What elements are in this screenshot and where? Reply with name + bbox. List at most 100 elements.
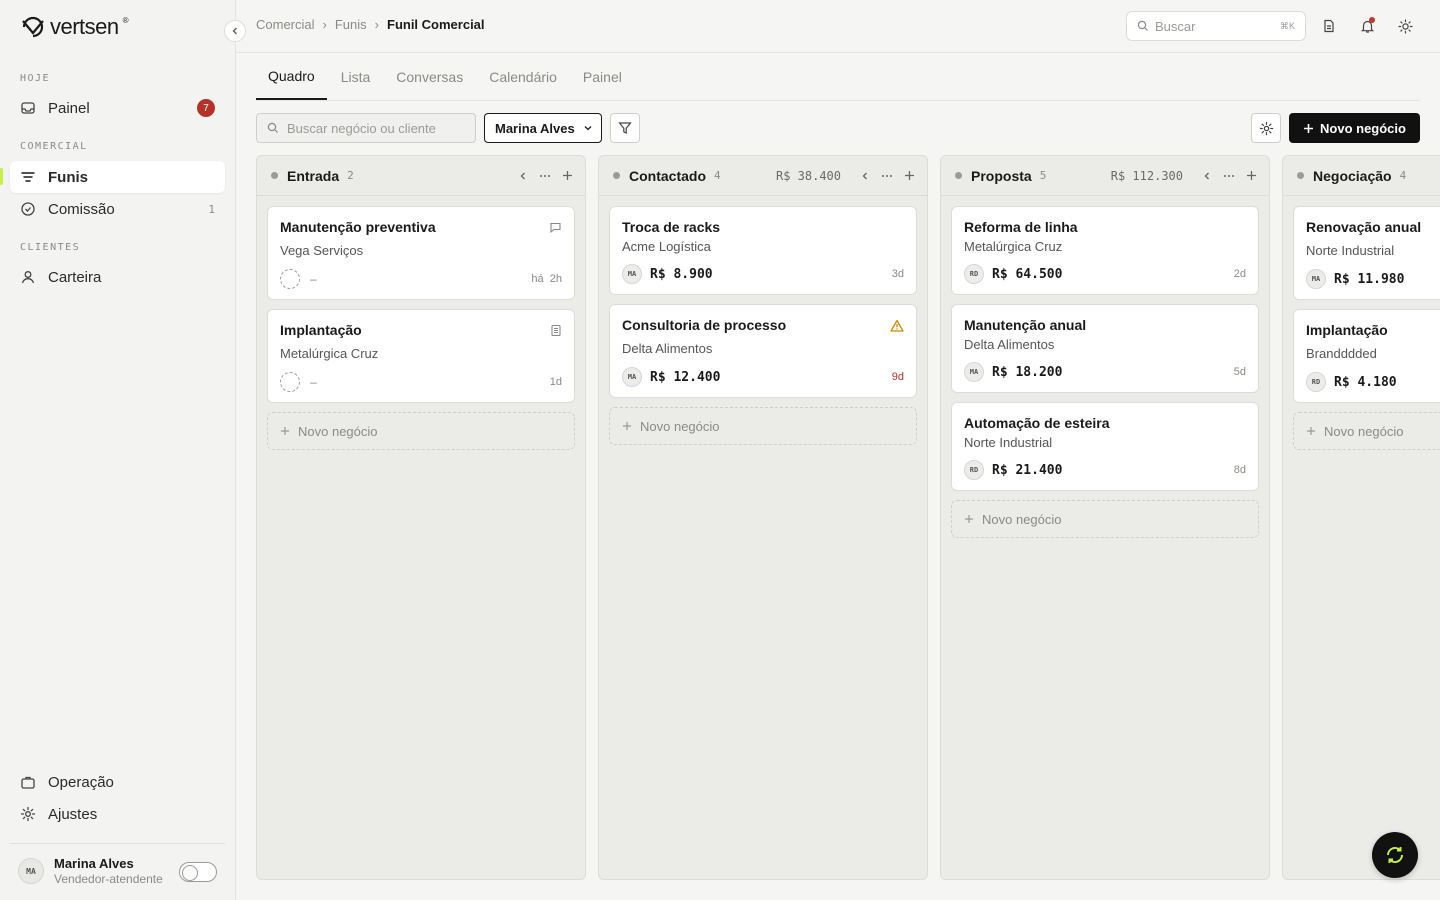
collapse-column-button[interactable]	[857, 168, 873, 184]
owner-filter-value: Marina Alves	[495, 120, 575, 136]
deal-search[interactable]	[256, 113, 476, 143]
inbox-icon	[21, 102, 35, 114]
search-icon	[1137, 20, 1148, 31]
stage-dot	[613, 172, 620, 179]
deal-title: Automação de esteira	[964, 415, 1110, 431]
deal-company: Acme Logística	[622, 239, 711, 254]
sidebar-item-carteira[interactable]: Carteira	[10, 261, 225, 293]
notifications-button[interactable]	[1357, 16, 1377, 36]
deal-meta: – há 2h	[280, 269, 562, 289]
refresh-icon	[1386, 847, 1404, 863]
owner-avatar: MA	[964, 362, 984, 382]
item-count: 1	[208, 202, 215, 216]
deal-card[interactable]: Renovação anual Norte Industrial MA R$ 1…	[1293, 206, 1440, 300]
add-deal-button[interactable]: Novo negócio	[1293, 412, 1440, 450]
theme-toggle-button[interactable]	[1395, 16, 1415, 36]
global-search[interactable]: ⌘K	[1126, 11, 1306, 41]
collapse-column-button[interactable]	[515, 168, 531, 184]
add-to-column-button[interactable]	[1243, 168, 1259, 184]
column-menu-button[interactable]	[1221, 168, 1237, 184]
deal-card[interactable]: Consultoria de processo Delta Alimentos …	[609, 304, 917, 398]
stage-dot	[271, 172, 278, 179]
plus-icon	[562, 171, 572, 180]
deal-age: 8d	[1233, 464, 1246, 476]
deal-company: Delta Alimentos	[622, 341, 713, 356]
chevron-left-icon	[862, 172, 867, 179]
deal-company: Metalúrgica Cruz	[280, 346, 379, 361]
add-deal-label: Novo negócio	[982, 511, 1062, 527]
sidebar-item-funis[interactable]: Funis	[10, 161, 225, 193]
owner-avatar: MA	[622, 264, 642, 284]
sidebar-item-painel[interactable]: Painel 7	[10, 92, 225, 124]
card-list: Reforma de linha Metalúrgica Cruz RD R$ …	[941, 196, 1269, 538]
tab-conversas[interactable]: Conversas	[384, 54, 475, 100]
user-icon	[21, 271, 35, 284]
deal-title: Renovação anual	[1306, 219, 1422, 235]
sidebar-item-ajustes[interactable]: Ajustes	[10, 798, 225, 830]
unassigned-avatar[interactable]	[280, 372, 300, 392]
logo-mark-icon	[22, 16, 44, 38]
funnel-icon	[618, 122, 632, 134]
sun-icon	[1397, 18, 1413, 34]
add-to-column-button[interactable]	[559, 168, 575, 184]
deal-age: 2d	[1233, 268, 1246, 280]
deal-age: 3d	[891, 268, 904, 280]
breadcrumb-item[interactable]: Funis	[335, 17, 367, 32]
deal-company: Vega Serviços	[280, 243, 364, 258]
tab-painel[interactable]: Painel	[571, 54, 634, 100]
deal-card[interactable]: Troca de racks Acme Logística MA R$ 8.90…	[609, 206, 917, 295]
deal-value: R$ 12.400	[650, 369, 721, 385]
sidebar-item-label: Funis	[48, 168, 88, 186]
pipeline-column-entrada: Entrada 2 Manutenção preventiva Vega Ser…	[256, 155, 586, 880]
deal-card[interactable]: Automação de esteira Norte Industrial RD…	[951, 402, 1259, 491]
deal-value: R$ 18.200	[992, 364, 1063, 380]
search-input[interactable]	[1155, 18, 1265, 34]
column-menu-button[interactable]	[879, 168, 895, 184]
brand-logo[interactable]: vertsen ®	[20, 14, 129, 40]
breadcrumb-item[interactable]: Comercial	[256, 17, 315, 32]
collapse-sidebar-button[interactable]	[224, 20, 246, 42]
add-deal-button[interactable]: Novo negócio	[609, 407, 917, 445]
deal-card[interactable]: Manutenção anual Delta Alimentos MA R$ 1…	[951, 304, 1259, 393]
more-icon	[540, 174, 550, 177]
filter-button[interactable]	[610, 113, 640, 143]
new-deal-button[interactable]: Novo negócio	[1289, 113, 1420, 143]
deal-card[interactable]: Implantação Brandddded RD R$ 4.180	[1293, 309, 1440, 403]
deal-title: Manutenção preventiva	[280, 219, 436, 235]
tab-quadro[interactable]: Quadro	[256, 54, 327, 100]
unassigned-avatar[interactable]	[280, 269, 300, 289]
document-button[interactable]	[1319, 16, 1339, 36]
column-menu-button[interactable]	[537, 168, 553, 184]
chevron-left-icon	[1204, 172, 1209, 179]
tab-lista[interactable]: Lista	[329, 54, 383, 100]
add-deal-button[interactable]: Novo negócio	[951, 500, 1259, 538]
user-profile[interactable]: MA Marina Alves Vendedor-atendente	[18, 856, 163, 886]
card-list: Manutenção preventiva Vega Serviços – há…	[257, 196, 585, 450]
warning-icon	[890, 319, 904, 332]
chevron-down-icon	[584, 126, 592, 131]
new-deal-label: Novo negócio	[1320, 120, 1406, 136]
owner-filter-dropdown[interactable]: Marina Alves	[484, 113, 602, 143]
deal-search-input[interactable]	[287, 120, 467, 136]
board-settings-button[interactable]	[1251, 113, 1281, 143]
deal-age: 1d	[549, 376, 562, 388]
deal-meta: RD R$ 21.400 8d	[964, 460, 1246, 480]
deal-card[interactable]: Manutenção preventiva Vega Serviços – há…	[267, 206, 575, 300]
deal-card[interactable]: Reforma de linha Metalúrgica Cruz RD R$ …	[951, 206, 1259, 295]
tab-calendario[interactable]: Calendário	[477, 54, 569, 100]
collapse-column-button[interactable]	[1199, 168, 1215, 184]
deal-company: Brandddded	[1306, 346, 1377, 361]
deal-age-overdue: 9d	[891, 371, 904, 383]
sidebar-item-comissao[interactable]: Comissão 1	[10, 193, 225, 225]
owner-avatar: MA	[622, 367, 642, 387]
gear-icon	[20, 806, 36, 822]
more-icon	[882, 174, 892, 177]
user-role: Vendedor-atendente	[54, 872, 163, 886]
deal-card[interactable]: Implantação Metalúrgica Cruz – 1d	[267, 309, 575, 403]
sidebar-item-operacao[interactable]: Operação	[10, 766, 225, 798]
availability-toggle[interactable]	[179, 862, 217, 882]
breadcrumb-current: Funil Comercial	[387, 17, 485, 32]
add-to-column-button[interactable]	[901, 168, 917, 184]
add-deal-button[interactable]: Novo negócio	[267, 412, 575, 450]
assistant-fab-button[interactable]	[1372, 832, 1418, 878]
